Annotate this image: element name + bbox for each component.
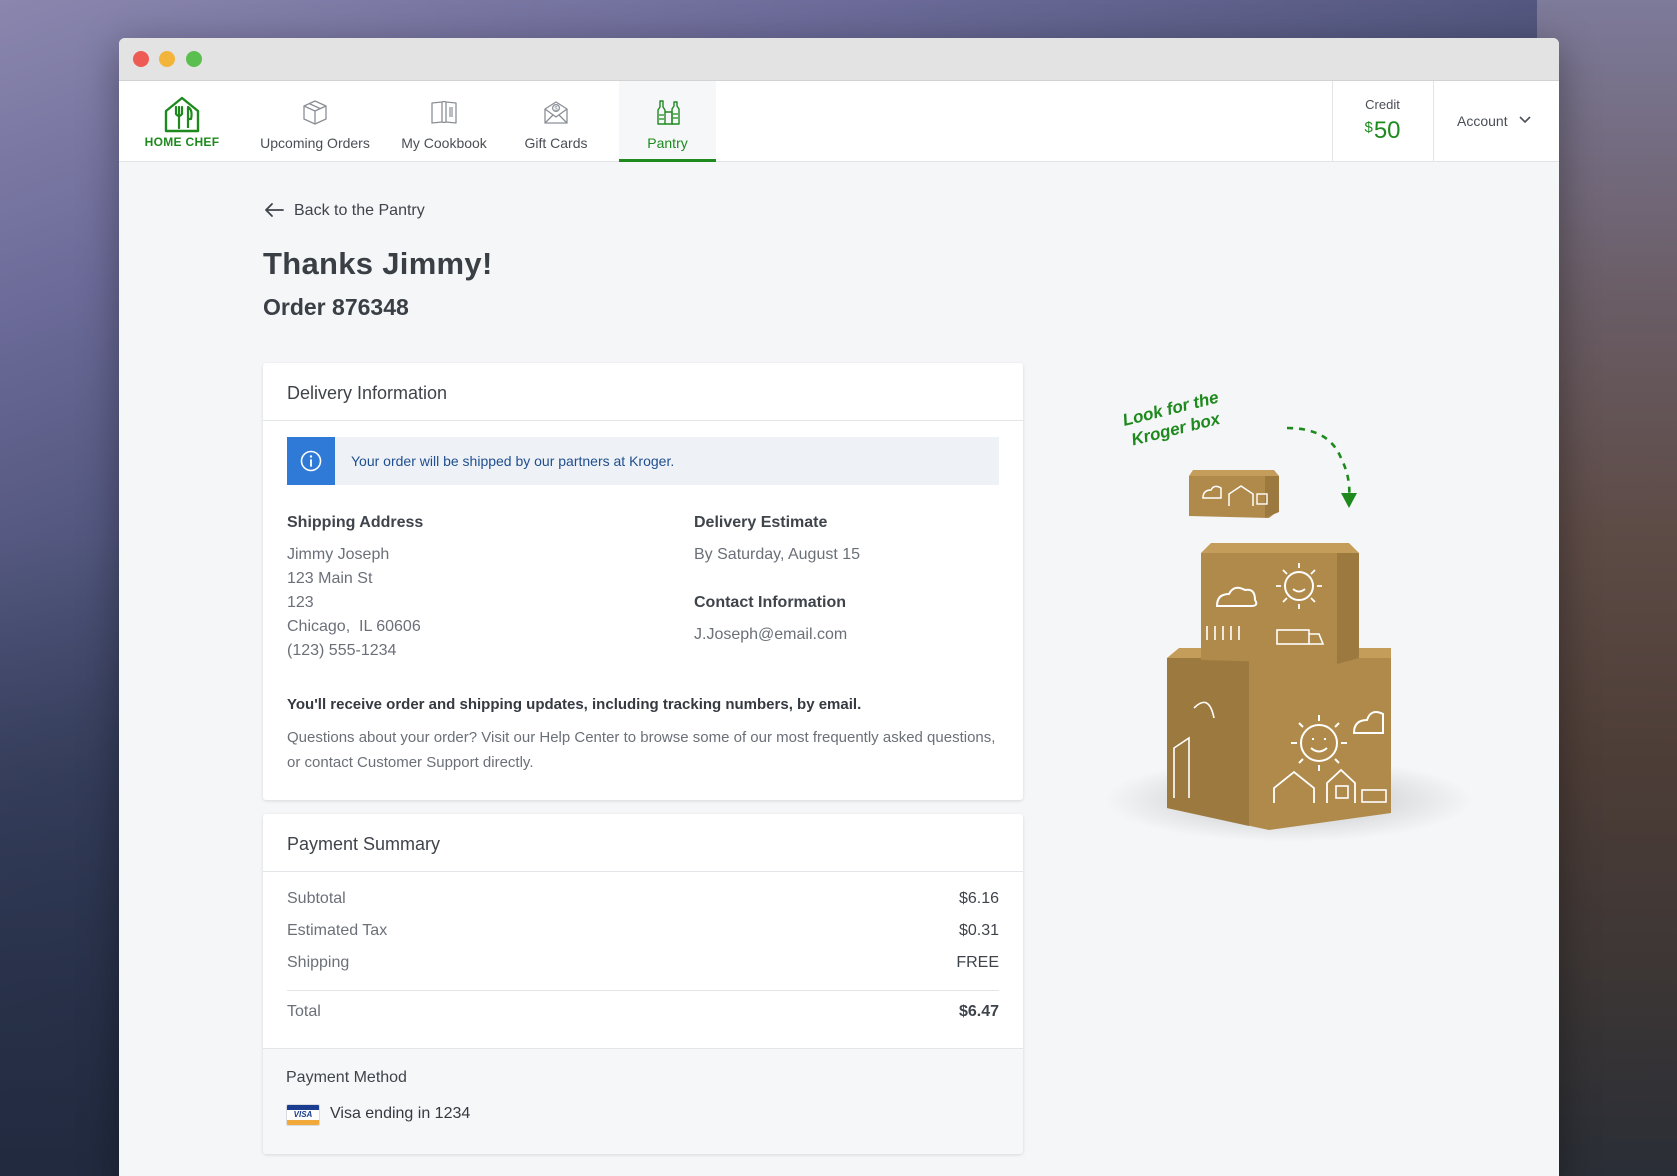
row-label: Estimated Tax — [287, 922, 388, 939]
payment-row-shipping: Shipping FREE — [287, 954, 999, 978]
credit-amount: 50 — [1373, 117, 1401, 144]
book-icon — [431, 100, 457, 124]
delivery-info-card: Delivery Information Your order will be … — [263, 363, 1023, 800]
shipping-address-label: Shipping Address — [287, 514, 424, 531]
credit-widget[interactable]: Credit $50 — [1332, 97, 1433, 145]
chef-house-icon — [164, 96, 200, 133]
info-icon — [287, 437, 335, 485]
arrow-head — [1341, 493, 1357, 508]
title-bar — [119, 38, 1559, 81]
pantry-icon — [656, 100, 680, 125]
arrow-left-icon — [265, 203, 284, 217]
row-value: $6.47 — [958, 1003, 999, 1020]
info-circle-icon — [300, 450, 322, 472]
box-icon — [303, 100, 327, 125]
shipping-address: Jimmy Joseph 123 Main St 123 Chicago, IL… — [287, 543, 421, 663]
small-box — [1189, 470, 1279, 518]
credit-label: Credit — [1365, 97, 1400, 112]
nav-pantry[interactable]: Pantry — [619, 81, 716, 162]
nav-label: Upcoming Orders — [260, 135, 370, 151]
nav-label: Pantry — [647, 135, 688, 151]
payment-row-subtotal: Subtotal $6.16 — [287, 890, 999, 914]
nav-label: Gift Cards — [524, 135, 588, 151]
payment-row-total: Total $6.47 — [287, 1003, 999, 1027]
email-updates-note: You'll receive order and shipping update… — [287, 696, 862, 713]
credit-currency: $ — [1364, 119, 1373, 136]
payment-summary-heading: Payment Summary — [263, 814, 1023, 872]
home-chef-logo[interactable]: HOME CHEF — [142, 95, 222, 151]
visa-card-icon: VISA — [286, 1104, 320, 1126]
nav-gift-cards[interactable]: $ Gift Cards — [508, 81, 604, 162]
payment-method-section: Payment Method VISA Visa ending in 1234 — [263, 1048, 1023, 1154]
top-nav: HOME CHEF Upcoming Orders My Cookbook $ … — [119, 81, 1559, 162]
minimize-window-button[interactable] — [159, 51, 175, 67]
row-value: $6.16 — [958, 890, 999, 907]
browser-window: HOME CHEF Upcoming Orders My Cookbook $ … — [119, 38, 1559, 1176]
row-label: Shipping — [287, 954, 350, 971]
account-menu[interactable]: Account — [1457, 113, 1532, 129]
account-label: Account — [1457, 113, 1508, 129]
nav-label: My Cookbook — [401, 135, 487, 151]
delivery-estimate-value: By Saturday, August 15 — [694, 546, 861, 563]
payment-method-label: Payment Method — [286, 1069, 407, 1086]
maximize-window-button[interactable] — [186, 51, 202, 67]
address-line: Chicago, IL 60606 — [287, 618, 421, 635]
total-divider — [287, 990, 999, 991]
card-brand: VISA — [293, 1110, 313, 1119]
row-value: $0.31 — [958, 922, 999, 939]
dashed-arrow — [1286, 426, 1351, 499]
large-box — [1167, 648, 1391, 830]
row-label: Subtotal — [287, 890, 346, 907]
payment-row-tax: Estimated Tax $0.31 — [287, 922, 999, 946]
order-number: Order 876348 — [263, 294, 409, 320]
payment-method-value: Visa ending in 1234 — [330, 1105, 471, 1122]
address-line: (123) 555-1234 — [287, 642, 397, 659]
gift-card-icon: $ — [544, 101, 568, 124]
address-line: 123 Main St — [287, 570, 373, 587]
nav-divider — [1433, 81, 1434, 162]
address-line: 123 — [287, 594, 314, 611]
delivery-info-heading: Delivery Information — [263, 363, 1023, 421]
delivery-estimate-label: Delivery Estimate — [694, 514, 828, 531]
close-window-button[interactable] — [133, 51, 149, 67]
address-line: Jimmy Joseph — [287, 546, 390, 563]
medium-box — [1201, 543, 1359, 664]
back-link-label: Back to the Pantry — [294, 202, 425, 219]
payment-summary-card: Payment Summary Subtotal $6.16 Estimated… — [263, 814, 1023, 1154]
contact-info-label: Contact Information — [694, 594, 846, 611]
nav-upcoming-orders[interactable]: Upcoming Orders — [250, 81, 380, 162]
chevron-down-icon — [1519, 116, 1532, 124]
row-value: FREE — [956, 954, 999, 971]
nav-my-cookbook[interactable]: My Cookbook — [386, 81, 502, 162]
info-banner: Your order will be shipped by our partne… — [287, 437, 999, 485]
credit-value: $50 — [1332, 117, 1433, 145]
contact-email: J.Joseph@email.com — [694, 626, 848, 643]
brand-name: HOME CHEF — [144, 135, 220, 149]
row-label: Total — [287, 1003, 321, 1020]
info-banner-text: Your order will be shipped by our partne… — [351, 453, 675, 469]
help-note: Questions about your order? Visit our He… — [287, 729, 996, 771]
kroger-box-illustration: Look for the Kroger box — [1079, 358, 1499, 878]
back-to-pantry-link[interactable]: Back to the Pantry — [264, 202, 425, 220]
page-title: Thanks Jimmy! — [263, 246, 493, 281]
